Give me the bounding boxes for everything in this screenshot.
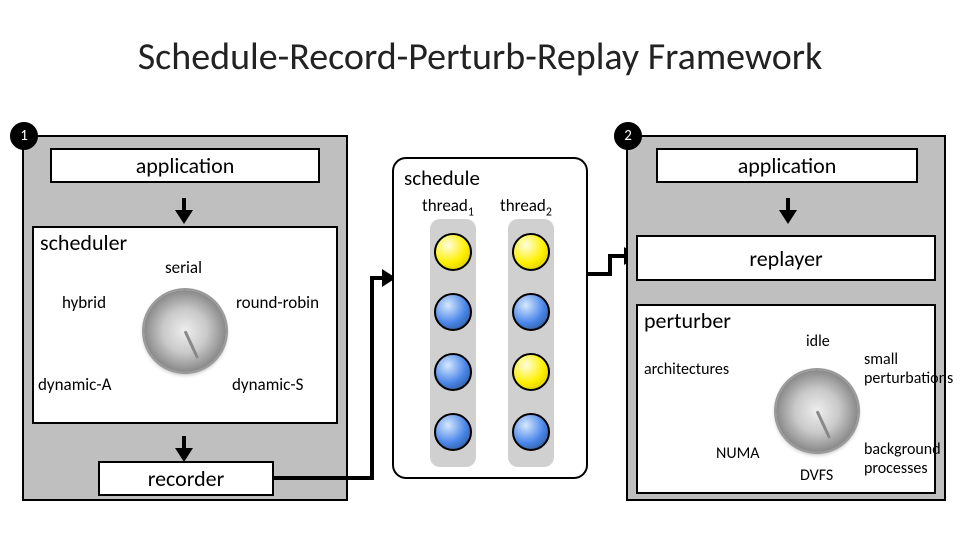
dial-label-serial: serial [165,257,202,278]
recorder-box: recorder [98,461,274,496]
scheduler-dial [144,290,226,372]
bead-icon [512,233,550,271]
scheduler-label: scheduler [40,229,127,256]
bead-icon [434,353,472,391]
arrow-app-to-replayer-icon [779,210,797,224]
app-box-left: application [50,148,320,183]
bead-icon [512,413,550,451]
thread2-label: thread2 [500,195,552,219]
bead-icon [434,413,472,451]
dial-label-small-perturbations: small perturbations [864,350,956,388]
arrow-scheduler-to-recorder-icon [175,448,193,462]
replayer-box: replayer [636,235,936,281]
perturber-label: perturber [644,307,731,334]
bead-icon [434,293,472,331]
bead-icon [512,353,550,391]
dial-label-idle: idle [806,332,830,351]
dial-label-dynamic-a: dynamic-A [38,374,111,395]
schedule-box: schedule thread1 thread2 [392,157,588,479]
dial-label-bg-processes: background processes [864,440,958,478]
arrow-app-to-scheduler-icon [175,210,193,224]
dial-label-round-robin: round-robin [236,292,319,313]
dial-label-dynamic-s: dynamic-S [232,374,303,395]
connector-recorder-h [274,476,374,480]
page-title: Schedule-Record-Perturb-Replay Framework [0,34,960,80]
bead-icon [512,293,550,331]
dial-label-dvfs: DVFS [800,466,833,485]
bead-icon [434,233,472,271]
app-box-right: application [656,148,918,183]
schedule-title: schedule [404,165,480,191]
dial-label-numa: NUMA [716,444,760,463]
dial-label-architectures: architectures [644,360,729,379]
thread1-label: thread1 [422,195,474,219]
dial-label-hybrid: hybrid [62,292,106,313]
badge-right: 2 [614,122,642,150]
connector-recorder-v [370,276,374,480]
badge-left: 1 [10,122,38,150]
perturber-dial [776,370,858,452]
